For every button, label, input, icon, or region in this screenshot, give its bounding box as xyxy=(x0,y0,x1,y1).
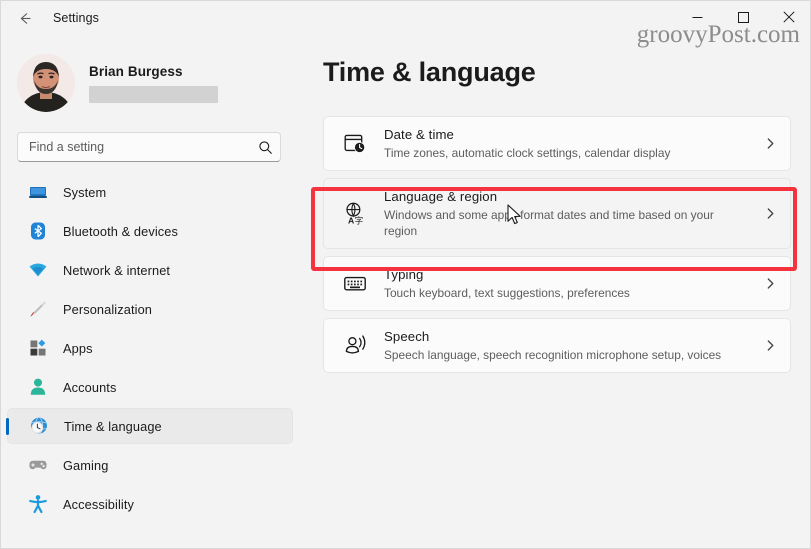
avatar xyxy=(17,54,75,112)
sidebar-item-gaming[interactable]: Gaming xyxy=(7,447,293,483)
bluetooth-icon xyxy=(27,220,49,242)
main-content: Time & language Date & time Time zones, … xyxy=(301,35,810,548)
sidebar-item-label: Personalization xyxy=(63,301,152,317)
card-title: Date & time xyxy=(384,127,454,142)
chevron-right-icon[interactable] xyxy=(750,207,790,220)
profile-text: Brian Burgess xyxy=(89,64,218,103)
card-title: Typing xyxy=(384,267,424,282)
chevron-right-icon[interactable] xyxy=(750,277,790,290)
svg-text:字: 字 xyxy=(354,214,363,226)
profile-name: Brian Burgess xyxy=(89,63,183,79)
card-title: Language & region xyxy=(384,189,498,204)
settings-card-language-region[interactable]: A 字 Language & region Windows and some a… xyxy=(323,178,791,249)
profile-email-redacted xyxy=(89,85,218,103)
sidebar-item-time-language[interactable]: Time & language xyxy=(6,408,293,444)
settings-card-list: Date & time Time zones, automatic clock … xyxy=(323,116,791,380)
watermark: groovyPost.com xyxy=(636,21,800,48)
keyboard-icon xyxy=(340,271,370,296)
card-title: Speech xyxy=(384,329,430,344)
sidebar-item-system[interactable]: System xyxy=(7,174,293,210)
globe-language-icon: A 字 xyxy=(340,201,370,226)
sidebar-item-network-internet[interactable]: Network & internet xyxy=(7,252,293,288)
card-text: Speech Speech language, speech recogniti… xyxy=(384,328,750,363)
system-icon xyxy=(27,181,49,203)
wifi-icon xyxy=(27,259,49,281)
chevron-right-icon[interactable] xyxy=(750,339,790,352)
user-profile[interactable]: Brian Burgess xyxy=(1,35,301,115)
sidebar-item-label: Accessibility xyxy=(63,496,134,512)
sidebar-item-label: System xyxy=(63,184,107,200)
window-title: Settings xyxy=(53,11,99,25)
card-description: Speech language, speech recognition micr… xyxy=(384,348,722,362)
calendar-clock-icon xyxy=(340,131,370,156)
card-description: Time zones, automatic clock settings, ca… xyxy=(384,146,671,160)
page-title: Time & language xyxy=(323,57,536,87)
sidebar-item-label: Network & internet xyxy=(63,262,171,278)
card-description: Touch keyboard, text suggestions, prefer… xyxy=(384,286,630,300)
apps-icon xyxy=(27,337,49,359)
sidebar: Brian Burgess Find a setting System Blue… xyxy=(1,35,301,548)
sidebar-item-personalization[interactable]: Personalization xyxy=(7,291,293,327)
globe-clock-icon xyxy=(28,415,50,437)
card-text: Language & region Windows and some apps … xyxy=(384,188,750,239)
settings-card-typing[interactable]: Typing Touch keyboard, text suggestions,… xyxy=(323,256,791,311)
card-text: Date & time Time zones, automatic clock … xyxy=(384,126,750,161)
sidebar-item-label: Gaming xyxy=(63,457,109,473)
sidebar-nav: System Bluetooth & devices Network & int… xyxy=(1,174,301,522)
sidebar-item-accounts[interactable]: Accounts xyxy=(7,369,293,405)
sidebar-item-bluetooth-devices[interactable]: Bluetooth & devices xyxy=(7,213,293,249)
card-description: Windows and some apps format dates and t… xyxy=(384,208,714,238)
person-icon xyxy=(27,376,49,398)
back-arrow-icon xyxy=(17,10,34,27)
sidebar-item-label: Accounts xyxy=(63,379,117,395)
sidebar-item-apps[interactable]: Apps xyxy=(7,330,293,366)
sidebar-item-label: Time & language xyxy=(64,418,162,434)
sidebar-item-label: Bluetooth & devices xyxy=(63,223,179,239)
sidebar-item-accessibility[interactable]: Accessibility xyxy=(7,486,293,522)
accessibility-icon xyxy=(27,493,49,515)
back-button[interactable] xyxy=(9,3,41,33)
chevron-right-icon[interactable] xyxy=(750,137,790,150)
settings-window: Settings groovyPost.com Brian Burgess Fi… xyxy=(0,0,811,549)
settings-card-date-time[interactable]: Date & time Time zones, automatic clock … xyxy=(323,116,791,171)
paintbrush-icon xyxy=(27,298,49,320)
gamepad-icon xyxy=(27,454,49,476)
sidebar-item-label: Apps xyxy=(63,340,93,356)
search-input[interactable] xyxy=(18,133,250,161)
svg-text:A: A xyxy=(348,215,354,225)
search-box[interactable] xyxy=(17,132,281,162)
search-icon[interactable] xyxy=(250,140,280,155)
card-text: Typing Touch keyboard, text suggestions,… xyxy=(384,266,750,301)
settings-card-speech[interactable]: Speech Speech language, speech recogniti… xyxy=(323,318,791,373)
speech-icon xyxy=(340,333,370,358)
